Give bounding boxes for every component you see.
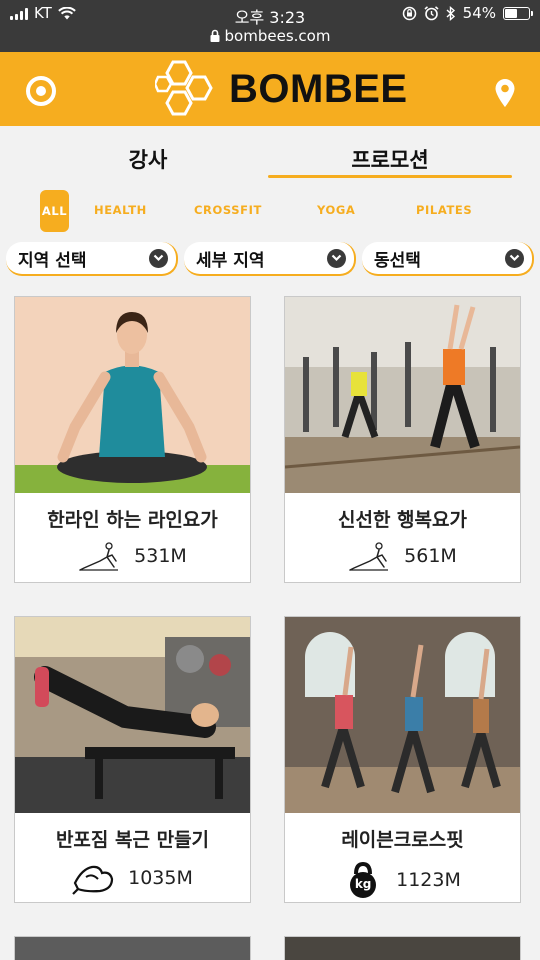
category-all[interactable]: ALL: [40, 190, 69, 232]
card-photo: [15, 297, 250, 493]
card-meta: 1035M: [15, 861, 250, 895]
card-meta: 531M: [15, 541, 250, 571]
card-distance: 561M: [404, 545, 457, 567]
category-health[interactable]: HEALTH: [94, 203, 147, 217]
alarm-icon: [424, 5, 439, 20]
chevron-down-icon: [149, 248, 168, 268]
status-bar: KT 오후 3:23 bombees.com 54%: [0, 0, 540, 52]
dong-select-label: 동선택: [374, 250, 421, 271]
kettlebell-label: kg: [354, 877, 372, 891]
card-distance: 531M: [134, 545, 187, 567]
yoga-pose-icon: [79, 542, 119, 571]
card-title: 반포짐 복근 만들기: [55, 829, 210, 851]
yoga-pose-icon: [349, 542, 389, 571]
card-meta: kg 1123M: [285, 861, 520, 899]
muscle-arm-icon: [72, 865, 114, 895]
promo-card[interactable]: 신선한 행복요가 561M: [284, 296, 521, 583]
card-photo: [285, 617, 520, 813]
region-filters: 지역 선택 세부 지역 동선택: [0, 240, 540, 280]
battery-icon: [503, 6, 533, 20]
kettlebell-icon: kg: [344, 861, 382, 899]
promo-card[interactable]: 반포짐 복근 만들기 1035M: [14, 616, 251, 903]
chevron-down-icon: [327, 248, 346, 268]
card-meta: 561M: [285, 541, 520, 571]
region-select-label: 지역 선택: [18, 250, 87, 271]
brand-logo[interactable]: BOMBEE: [155, 60, 408, 118]
card-title: 한라인 하는 라인요가: [47, 509, 218, 531]
rotation-lock-icon: [402, 6, 416, 20]
subregion-select-label: 세부 지역: [196, 250, 265, 271]
main-tabs: 강사 프로모션: [0, 126, 540, 186]
promo-card[interactable]: [284, 936, 521, 960]
card-title: 레이븐크로스핏: [341, 829, 464, 851]
chevron-down-icon: [505, 248, 524, 268]
app-header: BOMBEE: [0, 52, 540, 126]
card-distance: 1035M: [128, 867, 193, 889]
status-right: 54%: [402, 4, 533, 22]
category-yoga[interactable]: YOGA: [317, 203, 355, 217]
category-pilates[interactable]: PILATES: [416, 203, 472, 217]
honeycomb-logo-icon: [155, 60, 213, 116]
card-photo: [285, 937, 520, 960]
region-select[interactable]: 지역 선택: [6, 242, 178, 276]
url-bar[interactable]: bombees.com: [0, 27, 540, 45]
promo-card[interactable]: [14, 936, 251, 960]
tab-instructor[interactable]: 강사: [68, 144, 228, 174]
map-pin-icon[interactable]: [494, 78, 516, 112]
card-title: 신선한 행복요가: [338, 509, 467, 531]
promo-card[interactable]: 한라인 하는 라인요가 531M: [14, 296, 251, 583]
battery-level: [505, 8, 518, 18]
brand-name: BOMBEE: [229, 66, 408, 111]
card-photo: [15, 617, 250, 813]
lock-icon: [210, 29, 220, 42]
card-photo: [285, 297, 520, 493]
tab-promotion[interactable]: 프로모션: [270, 144, 510, 174]
active-tab-indicator: [268, 175, 512, 178]
category-filter: ALL HEALTH CROSSFIT YOGA PILATES: [0, 186, 540, 236]
battery-percent: 54%: [462, 4, 496, 22]
bluetooth-icon: [446, 5, 455, 21]
url-text: bombees.com: [224, 27, 331, 45]
category-crossfit[interactable]: CROSSFIT: [194, 203, 262, 217]
subregion-select[interactable]: 세부 지역: [184, 242, 356, 276]
promo-card[interactable]: 레이븐크로스핏 kg 1123M: [284, 616, 521, 903]
card-distance: 1123M: [396, 869, 461, 891]
card-photo: [15, 937, 250, 960]
dong-select[interactable]: 동선택: [362, 242, 534, 276]
target-icon[interactable]: [26, 76, 56, 106]
